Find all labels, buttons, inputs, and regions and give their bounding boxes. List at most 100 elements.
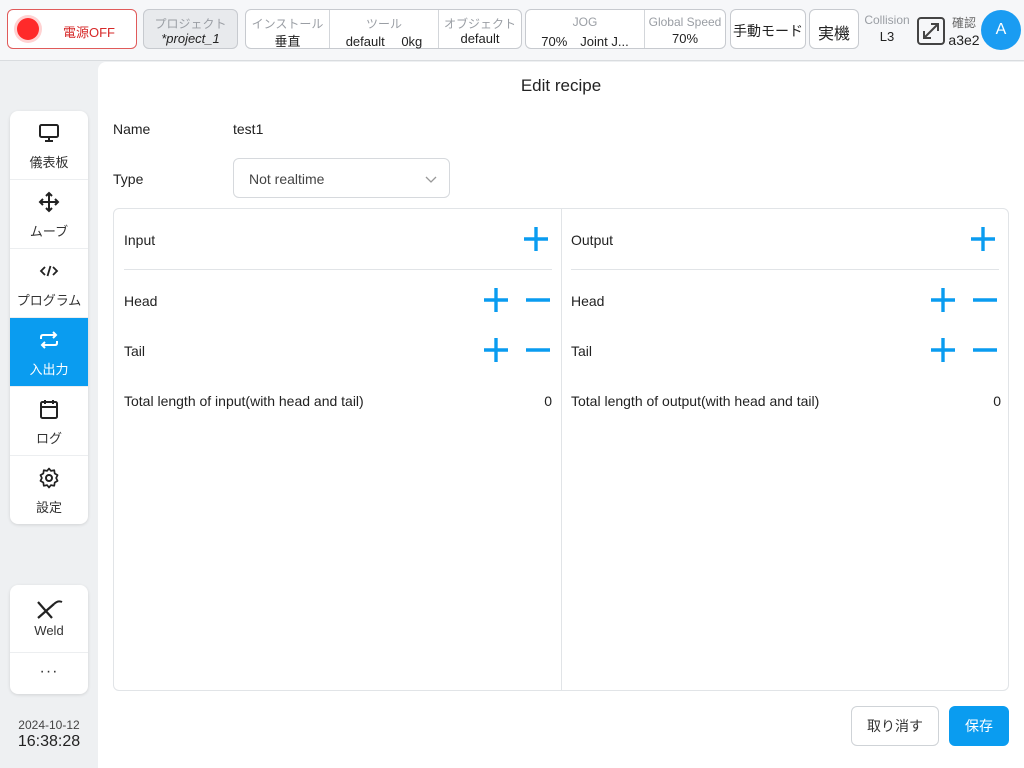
global-speed-cell[interactable]: Global Speed 70% — [645, 10, 725, 48]
jog-value: 70% Joint J... — [541, 34, 629, 49]
power-label: 電源OFF — [63, 25, 115, 40]
sidebar-item-label: ムーブ — [29, 224, 69, 239]
sidebar-item-label: プログラム — [16, 293, 82, 308]
io-arrows-icon — [40, 331, 58, 349]
add-output-button[interactable] — [969, 225, 997, 253]
confirm-title: 確認 — [951, 16, 976, 30]
minus-icon — [526, 298, 550, 302]
tool-value: default 0kg — [345, 34, 423, 49]
output-head-remove-button[interactable] — [971, 286, 999, 314]
confirm-value: a3e2 — [948, 32, 980, 48]
project-title: プロジェクト — [154, 17, 227, 31]
install-cell[interactable]: インストール 垂直 — [246, 10, 330, 49]
input-total-value: 0 — [544, 393, 552, 409]
avatar[interactable]: A — [981, 10, 1021, 50]
divider — [124, 269, 552, 270]
real-robot-button[interactable]: 実機 — [809, 9, 859, 49]
monitor-icon — [39, 124, 59, 142]
input-head-remove-button[interactable] — [524, 286, 552, 314]
sidebar-plugins: Weld ··· — [10, 585, 88, 694]
type-select[interactable]: Not realtime — [233, 158, 450, 198]
recipe-editor-panel: Edit recipe Name test1 Type Not realtime… — [98, 62, 1024, 768]
sidebar-item-settings[interactable]: 設定 — [10, 456, 88, 524]
output-total-label: Total length of output(with head and tai… — [571, 393, 820, 409]
sidebar-item-program[interactable]: プログラム — [10, 249, 88, 318]
input-tail-remove-button[interactable] — [524, 336, 552, 364]
clock-date: 2024-10-12 — [18, 718, 80, 732]
plus-icon — [484, 338, 508, 362]
sidebar-item-dashboard[interactable]: 儀表板 — [10, 111, 88, 180]
code-icon — [39, 265, 59, 277]
sidebar-item-label: 入出力 — [29, 362, 69, 377]
fullscreen-icon[interactable] — [916, 16, 946, 46]
manual-mode-button[interactable]: 手動モード — [730, 9, 806, 49]
top-bar: 電源OFF プロジェクト *project_1 インストール 垂直 ツール de… — [0, 0, 1024, 61]
global-speed-title: Global Speed — [648, 15, 722, 29]
name-value: test1 — [233, 121, 264, 137]
output-head-add-button[interactable] — [929, 286, 957, 314]
recipe-io-box: Input Head Tail Total length of input(wi… — [113, 208, 1009, 691]
output-tail-remove-button[interactable] — [971, 336, 999, 364]
sidebar-item-label: ログ — [35, 431, 62, 446]
input-head-label: Head — [124, 293, 158, 309]
weld-torch-icon — [37, 600, 63, 619]
project-name: *project_1 — [161, 31, 220, 46]
plus-icon — [931, 338, 955, 362]
power-status-indicator — [17, 18, 39, 40]
more-button[interactable]: ··· — [10, 653, 88, 694]
input-label: Input — [124, 232, 156, 248]
output-column: Output Head Tail Total length of output(… — [562, 209, 1008, 690]
real-robot-label: 実機 — [817, 26, 850, 43]
collision-level[interactable]: Collision L3 — [862, 13, 912, 44]
global-speed-value: 70% — [671, 31, 699, 46]
minus-icon — [526, 348, 550, 352]
page-title: Edit recipe — [520, 76, 602, 95]
cancel-button[interactable]: 取り消す — [851, 706, 939, 746]
sidebar-item-io[interactable]: 入出力 — [10, 318, 88, 387]
minus-icon — [973, 298, 997, 302]
output-tail-add-button[interactable] — [929, 336, 957, 364]
move-icon — [38, 191, 60, 213]
installation-group[interactable]: インストール 垂直 ツール default 0kg オブジェクト default — [245, 9, 522, 49]
sidebar-item-label: 設定 — [35, 500, 62, 515]
install-value: 垂直 — [274, 34, 301, 49]
sidebar-item-label: 儀表板 — [29, 155, 69, 170]
clock-time: 16:38:28 — [17, 733, 81, 750]
sidebar-item-move[interactable]: ムーブ — [10, 180, 88, 249]
name-label: Name — [113, 121, 151, 137]
power-button[interactable]: 電源OFF — [7, 9, 137, 49]
object-value: default — [460, 31, 500, 46]
manual-mode-label: 手動モード — [733, 23, 803, 39]
jog-speed-group[interactable]: JOG 70% Joint J... Global Speed 70% — [525, 9, 726, 49]
minus-icon — [973, 348, 997, 352]
confirm-code[interactable]: 確認 a3e2 — [946, 14, 982, 48]
collision-value: L3 — [879, 29, 895, 44]
chevron-down-icon — [425, 176, 437, 183]
jog-title: JOG — [572, 15, 598, 29]
output-total-value: 0 — [993, 393, 1001, 409]
install-title: インストール — [251, 17, 324, 31]
weld-label: Weld — [34, 623, 64, 638]
sidebar-item-weld[interactable]: Weld — [10, 585, 88, 653]
jog-cell[interactable]: JOG 70% Joint J... — [526, 10, 645, 49]
input-head-add-button[interactable] — [482, 286, 510, 314]
tool-cell[interactable]: ツール default 0kg — [330, 10, 439, 49]
gear-icon — [39, 467, 59, 489]
type-select-value: Not realtime — [249, 171, 325, 187]
output-tail-label: Tail — [571, 343, 593, 359]
sidebar-item-log[interactable]: ログ — [10, 387, 88, 456]
project-selector[interactable]: プロジェクト *project_1 — [143, 9, 238, 49]
calendar-icon — [40, 400, 58, 419]
plus-icon — [971, 227, 995, 251]
input-tail-label: Tail — [124, 343, 146, 359]
input-total-label: Total length of input(with head and tail… — [124, 393, 364, 409]
plus-icon — [524, 227, 548, 251]
save-button[interactable]: 保存 — [949, 706, 1009, 746]
system-clock: 2024-10-12 16:38:28 — [10, 718, 88, 751]
object-cell[interactable]: オブジェクト default — [439, 10, 521, 48]
add-input-button[interactable] — [522, 225, 550, 253]
collision-title: Collision — [864, 13, 910, 27]
input-tail-add-button[interactable] — [482, 336, 510, 364]
type-label: Type — [113, 171, 144, 187]
plus-icon — [484, 288, 508, 312]
